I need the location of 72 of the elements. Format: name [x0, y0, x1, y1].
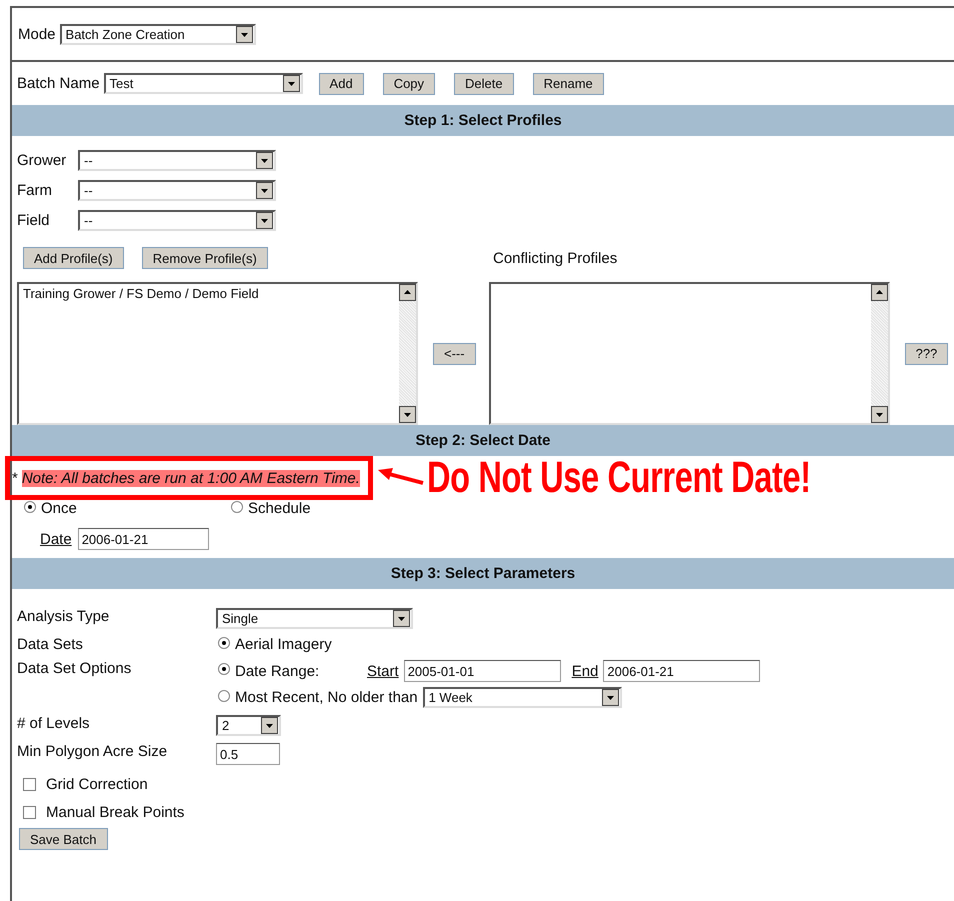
caret-icon	[602, 689, 619, 706]
profile-button[interactable]: Remove Profile(s)	[142, 247, 268, 269]
dropdown[interactable]: 1 Week	[422, 687, 622, 708]
annotation-text: Do Not Use Current Date!	[426, 453, 811, 503]
checkbox-label: Manual Break Points	[46, 804, 184, 821]
field-label: # of Levels	[17, 715, 91, 732]
field-label: Min Polygon Acre Size	[17, 743, 168, 760]
caret-icon	[282, 75, 300, 92]
conflicting-profiles-label: Conflicting Profiles	[493, 250, 618, 266]
dropdown[interactable]: Single	[216, 608, 413, 629]
dropdown[interactable]: --	[78, 210, 276, 231]
dropdown[interactable]: --	[78, 180, 276, 201]
batch-action-button[interactable]: Delete	[454, 72, 514, 94]
scroll-down-icon[interactable]	[399, 406, 416, 423]
section-header: Step 3: Select Parameters	[12, 558, 954, 589]
filter-label: Field	[17, 212, 51, 229]
radio-button[interactable]	[218, 663, 230, 675]
start-date-field[interactable]: 2005-01-01	[404, 660, 561, 682]
save-batch-button[interactable]: Save Batch	[19, 828, 108, 850]
field-label: Analysis Type	[17, 608, 110, 625]
list-box[interactable]: Training Grower / FS Demo / Demo Field	[17, 282, 418, 425]
scroll-up-icon[interactable]	[399, 284, 416, 301]
start-link[interactable]: Start	[367, 662, 399, 680]
caret-icon	[236, 26, 253, 42]
radio-label: Aerial Imagery	[235, 636, 332, 653]
batch-action-button[interactable]: Add	[318, 72, 364, 94]
date-field[interactable]: 2006-01-21	[78, 528, 209, 550]
dropdown[interactable]: Batch Zone Creation	[60, 24, 256, 44]
scrollbar[interactable]	[870, 284, 888, 423]
mode-label: Mode	[18, 26, 56, 42]
radio-label: Schedule	[248, 500, 311, 517]
field-label: Data Set Options	[17, 660, 132, 677]
radio-button[interactable]	[231, 500, 243, 512]
section-header: Step 1: Select Profiles	[12, 105, 954, 136]
resolve-button[interactable]: ???	[904, 342, 948, 364]
list-box[interactable]	[488, 282, 890, 425]
dropdown[interactable]: --	[78, 150, 276, 171]
acre-size-field[interactable]: 0.5	[216, 743, 280, 765]
field-label: Data Sets	[17, 636, 84, 653]
scroll-down-icon[interactable]	[870, 406, 888, 423]
list-item[interactable]: Training Grower / FS Demo / Demo Field	[23, 286, 395, 301]
filter-label: Farm	[17, 182, 53, 199]
dropdown[interactable]: 2	[216, 715, 281, 736]
batch-action-button[interactable]: Rename	[532, 72, 604, 94]
radio-label: Most Recent, No older than	[235, 689, 418, 706]
dropdown[interactable]: Test	[104, 73, 303, 94]
caret-icon	[256, 182, 273, 199]
move-button[interactable]: <---	[433, 342, 476, 364]
batch-action-button[interactable]: Copy	[382, 72, 436, 94]
batch-name-label: Batch Name	[17, 75, 100, 92]
caret-icon	[261, 717, 278, 734]
scrollbar[interactable]	[399, 284, 416, 423]
radio-label: Once	[41, 500, 77, 517]
caret-icon	[256, 212, 273, 229]
caret-icon	[256, 152, 273, 169]
radio-button[interactable]	[218, 690, 230, 702]
asterisk: *	[12, 470, 18, 486]
date-link[interactable]: Date	[40, 530, 72, 548]
checkbox[interactable]	[23, 778, 36, 791]
end-date-field[interactable]: 2006-01-21	[603, 660, 760, 682]
note-text: Note: All batches are run at 1:00 AM Eastern Time.	[22, 470, 360, 486]
caret-icon	[393, 610, 410, 627]
radio-button[interactable]	[218, 636, 230, 648]
profile-button[interactable]: Add Profile(s)	[23, 247, 124, 269]
checkbox[interactable]	[23, 806, 36, 819]
filter-label: Grower	[17, 152, 68, 169]
checkbox-label: Grid Correction	[46, 776, 148, 793]
scroll-up-icon[interactable]	[870, 284, 888, 301]
radio-label: Date Range:	[235, 662, 320, 680]
radio-button[interactable]	[24, 500, 36, 512]
end-link[interactable]: End	[572, 662, 598, 680]
section-header: Step 2: Select Date	[12, 425, 954, 456]
